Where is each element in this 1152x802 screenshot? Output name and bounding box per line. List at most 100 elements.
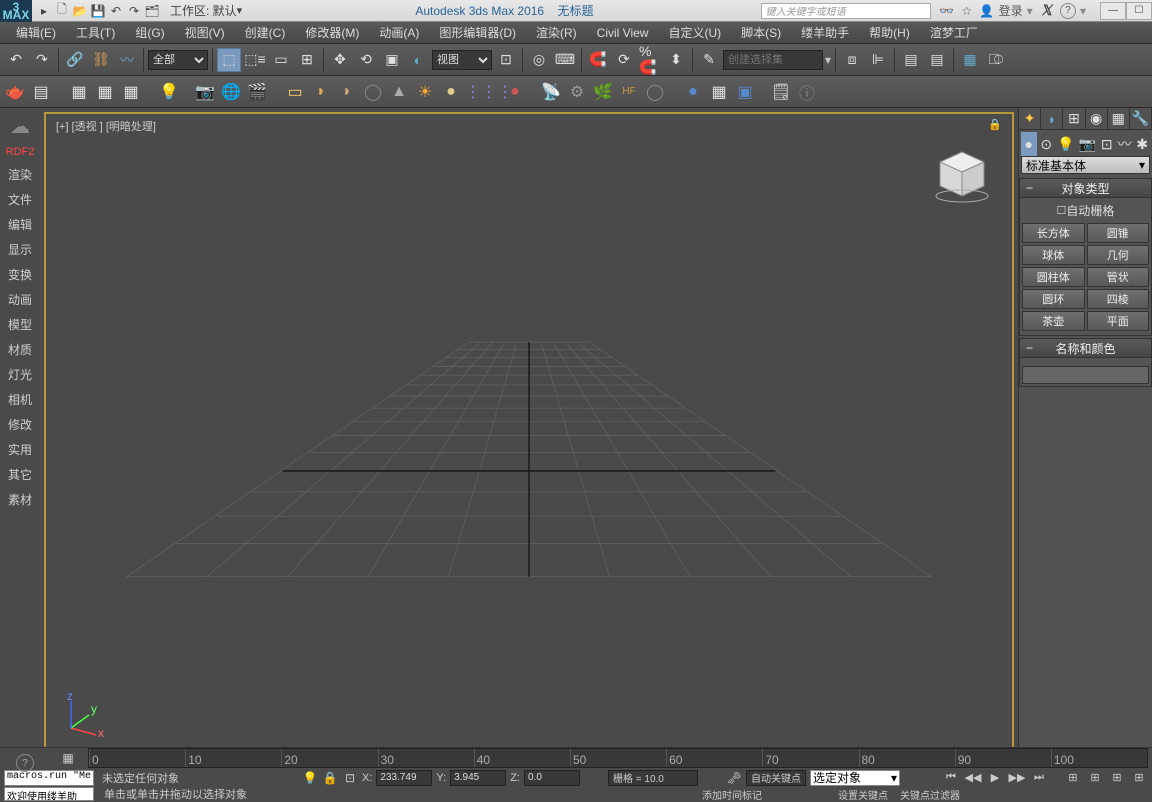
create-button[interactable]: 茶壶	[1022, 311, 1085, 331]
addtag-text[interactable]: 添加时间标记	[698, 787, 766, 802]
sidebar-item[interactable]: 实用	[6, 437, 35, 462]
sphere-icon[interactable]: ●	[440, 81, 462, 103]
dome-icon[interactable]: ◗	[310, 81, 332, 103]
maximize-button[interactable]: ☐	[1126, 2, 1152, 20]
nav-tool2[interactable]: ⊞	[1086, 769, 1104, 787]
sheep-icon[interactable]: ☁	[3, 112, 37, 140]
keymode-dropdown[interactable]: 选定对象▾	[810, 770, 900, 786]
sun-icon[interactable]: ☀	[414, 81, 436, 103]
minimize-button[interactable]: —	[1100, 2, 1126, 20]
snap-button[interactable]: 🧲	[586, 48, 610, 72]
particles-icon[interactable]: ⋮⋮⋮	[478, 81, 500, 103]
prev-key-button[interactable]: ◀◀	[964, 769, 982, 787]
curve-editor-button[interactable]: ⎄	[984, 48, 1008, 72]
create-button[interactable]: 圆环	[1022, 289, 1085, 309]
rotate-button[interactable]: ⟲	[354, 48, 378, 72]
filter-dropdown[interactable]: 全部	[148, 50, 208, 70]
sidebar-item[interactable]: 材质	[6, 337, 35, 362]
grass-icon[interactable]: 🌿	[592, 81, 614, 103]
sidebar-item[interactable]: 编辑	[6, 212, 35, 237]
ball-icon[interactable]: ●	[504, 81, 526, 103]
hf-icon[interactable]: HF	[618, 81, 640, 103]
tab-hierarchy[interactable]: ⊞	[1063, 108, 1085, 129]
project-icon[interactable]: 🗂	[144, 3, 160, 19]
sidebar-item[interactable]: 其它	[6, 462, 35, 487]
menu-item[interactable]: Civil View	[587, 22, 659, 43]
percent-snap-button[interactable]: %🧲	[638, 48, 662, 72]
keyboard-button[interactable]: ⌨	[553, 48, 577, 72]
create-button[interactable]: 管状	[1087, 267, 1150, 287]
help-icon[interactable]: ?	[1060, 3, 1076, 19]
list3-icon[interactable]: ▦	[120, 81, 142, 103]
script-listener[interactable]: macros.run "Me	[4, 770, 94, 786]
sidebar-item[interactable]: 动画	[6, 287, 35, 312]
pivot-button[interactable]: ⊡	[494, 48, 518, 72]
scene-explorer-button[interactable]: ▤	[925, 48, 949, 72]
rect-select-button[interactable]: ▭	[269, 48, 293, 72]
nav-tool1[interactable]: ⊞	[1064, 769, 1082, 787]
autokey-button[interactable]: 自动关键点	[746, 770, 806, 786]
create-button[interactable]: 几何	[1087, 245, 1150, 265]
menu-item[interactable]: 渲梦工厂	[920, 22, 988, 43]
globe-icon[interactable]: 🌐	[220, 81, 242, 103]
undo-icon[interactable]: ↶	[108, 3, 124, 19]
next-key-button[interactable]: ▶▶	[1008, 769, 1026, 787]
select-object-button[interactable]: ⬚	[217, 48, 241, 72]
render-setup-icon[interactable]: ▦	[708, 81, 730, 103]
placement-button[interactable]: ◐	[406, 48, 430, 72]
material-editor-icon[interactable]: ▤	[30, 81, 52, 103]
clapperboard-icon[interactable]: 🎬	[246, 81, 268, 103]
layer-button[interactable]: ▤	[899, 48, 923, 72]
edit-set-button[interactable]: ✎	[697, 48, 721, 72]
goto-end-button[interactable]: ⏭	[1030, 769, 1048, 787]
user-icon[interactable]: 👤	[979, 3, 995, 19]
sidebar-item[interactable]: RDF2	[6, 142, 35, 162]
angle-snap-button[interactable]: ⟳	[612, 48, 636, 72]
new-file-icon[interactable]: 🗋	[54, 3, 70, 19]
blue-sphere-icon[interactable]: ●	[682, 81, 704, 103]
sidebar-item[interactable]: 文件	[6, 187, 35, 212]
circle-icon[interactable]: ◯	[644, 81, 666, 103]
cone-icon[interactable]: ▲	[388, 81, 410, 103]
mirror-button[interactable]: ⧈	[840, 48, 864, 72]
light-bulb-icon[interactable]: 💡	[158, 81, 180, 103]
sidebar-item[interactable]: 修改	[6, 412, 35, 437]
move-button[interactable]: ✥	[328, 48, 352, 72]
gear2-icon[interactable]: ⚙	[566, 81, 588, 103]
key-icon[interactable]: 🗝	[726, 770, 742, 786]
name-color-swatch[interactable]	[1022, 366, 1149, 384]
sidebar-item[interactable]: 渲染	[6, 162, 35, 187]
sidebar-item[interactable]: 变换	[6, 262, 35, 287]
menu-item[interactable]: 帮助(H)	[859, 22, 920, 43]
antenna-icon[interactable]: 📡	[540, 81, 562, 103]
render-frame-icon[interactable]: ▣	[734, 81, 756, 103]
helpers-icon[interactable]: ⊡	[1099, 132, 1115, 156]
menu-item[interactable]: 动画(A)	[369, 22, 429, 43]
lock2-icon[interactable]: 🔒	[322, 770, 338, 786]
create-button[interactable]: 球体	[1022, 245, 1085, 265]
search-icon[interactable]: 👓	[939, 3, 955, 19]
unlink-button[interactable]: ⛓	[89, 48, 113, 72]
menu-item[interactable]: 创建(C)	[235, 22, 296, 43]
login-link[interactable]: 登录	[999, 2, 1023, 19]
new-icon[interactable]: ▸	[36, 3, 52, 19]
exchange-icon[interactable]: 𝕏	[1037, 2, 1056, 19]
info-icon[interactable]: ⓘ	[796, 81, 818, 103]
link-button[interactable]: 🔗	[63, 48, 87, 72]
iso-icon[interactable]: ⊡	[342, 770, 358, 786]
cameras-icon[interactable]: 📷	[1078, 132, 1097, 156]
sidebar-item[interactable]: 显示	[6, 237, 35, 262]
menu-item[interactable]: 渲染(R)	[526, 22, 587, 43]
list2-icon[interactable]: ▦	[94, 81, 116, 103]
menu-item[interactable]: 图形编辑器(D)	[429, 22, 526, 43]
autogrid-checkbox[interactable]: ☐ 自动栅格	[1022, 202, 1149, 219]
systems-icon[interactable]: ✱	[1134, 132, 1150, 156]
create-button[interactable]: 圆锥	[1087, 223, 1150, 243]
sidebar-item[interactable]: 相机	[6, 387, 35, 412]
viewport[interactable]: [+] [透视 ] [明暗处理] 🔒	[44, 112, 1014, 755]
spacewarps-icon[interactable]: 〰	[1116, 132, 1132, 156]
create-button[interactable]: 平面	[1087, 311, 1150, 331]
scale-button[interactable]: ▣	[380, 48, 404, 72]
notepad-icon[interactable]: 🗒	[770, 81, 792, 103]
create-button[interactable]: 长方体	[1022, 223, 1085, 243]
